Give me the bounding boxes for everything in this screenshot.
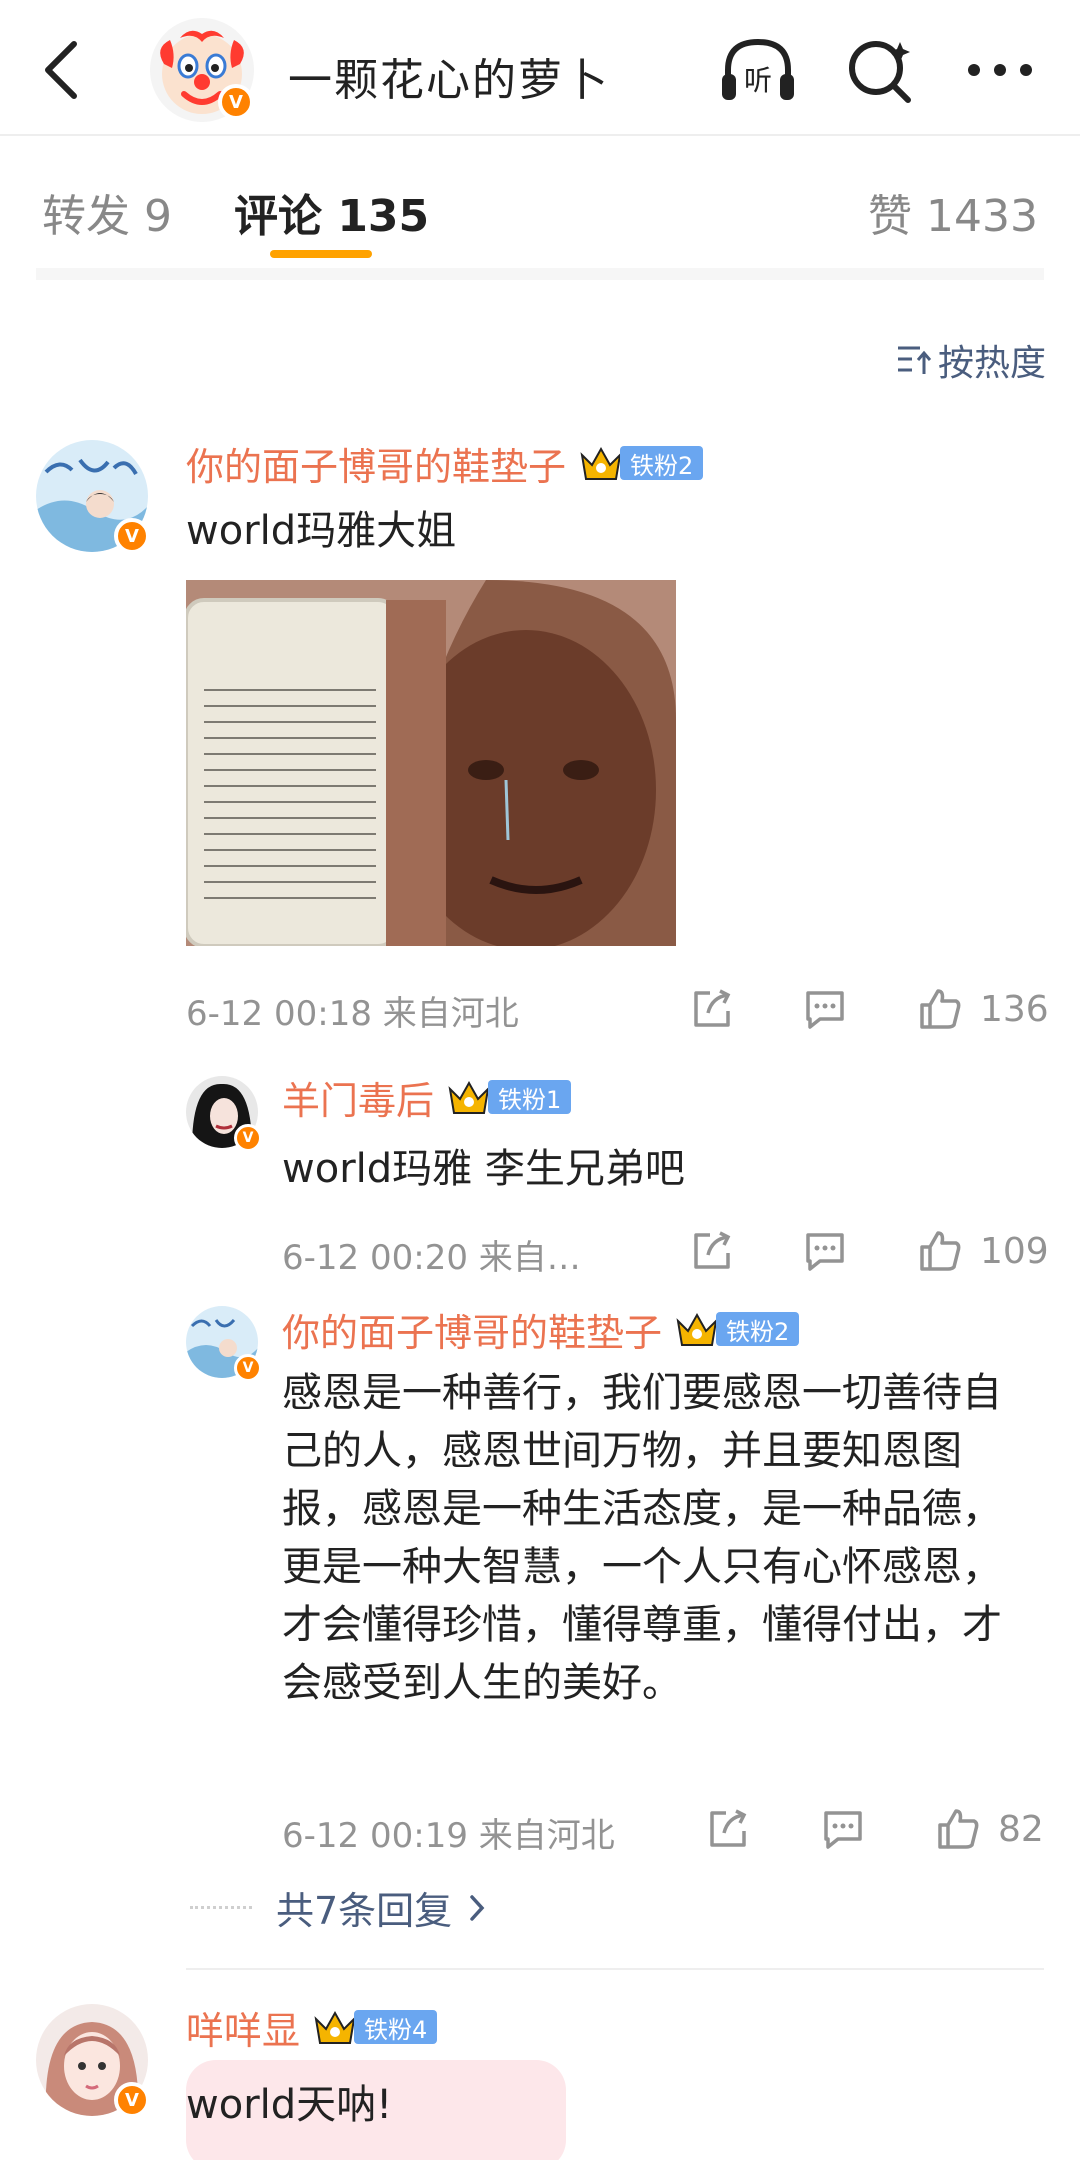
comment-author-row: 咩咩显 铁粉4 <box>186 2000 438 2055</box>
listen-button[interactable]: 听 <box>718 34 798 106</box>
reply-meta: 6-12 00:19 来自河北 <box>282 1808 615 1857</box>
share-button[interactable] <box>706 1804 750 1854</box>
page-title: 一颗花心的萝卜 <box>288 55 610 106</box>
fan-level-badge: 铁粉4 <box>354 2010 438 2044</box>
comment-text: world玛雅大姐 <box>186 508 457 554</box>
crying-man-with-phone-image <box>186 580 676 946</box>
reply-location: 来自河北 <box>478 1816 615 1856</box>
comment-text: world天呐! <box>186 2082 393 2128</box>
more-replies-label: 共7条回复 <box>276 1889 453 1933</box>
top-bar: V 一颗花心的萝卜 听 <box>0 0 1080 136</box>
search-icon <box>849 41 911 103</box>
crown-icon <box>676 1312 718 1346</box>
reply-text: world玛雅 李生兄弟吧 <box>282 1146 685 1192</box>
share-icon <box>694 1231 731 1269</box>
view-more-replies-link[interactable]: 共7条回复 <box>190 1880 492 1935</box>
avatar[interactable]: V <box>36 440 150 554</box>
tab-comment[interactable]: 评论 135 <box>234 180 429 244</box>
reply-author-row: 羊门毒后 铁粉1 <box>282 1070 572 1125</box>
author-avatar[interactable]: V <box>150 18 254 122</box>
comment-image[interactable] <box>186 580 676 946</box>
reply-text: 感恩是一种善行，我们要感恩一切善待自己的人，感恩世间万物，并且要知恩图报，感恩是… <box>282 1370 1002 1706</box>
thumbs-up-icon <box>938 1809 979 1849</box>
verified-badge-icon: V <box>114 2082 150 2118</box>
svg-text:听: 听 <box>744 64 772 97</box>
fan-level-badge: 铁粉1 <box>488 1080 572 1114</box>
share-icon <box>694 989 731 1027</box>
section-divider <box>36 268 1044 280</box>
crown-icon <box>580 446 622 480</box>
back-button[interactable] <box>34 34 94 106</box>
avatar[interactable]: V <box>186 1306 262 1382</box>
sort-label: 按热度 <box>937 343 1046 384</box>
dotted-separator <box>190 1906 252 1909</box>
reply-button[interactable] <box>802 984 848 1034</box>
fan-level-badge: 铁粉2 <box>716 1312 800 1346</box>
like-count: 136 <box>980 988 1049 1030</box>
reply-time: 6-12 00:19 <box>282 1816 468 1856</box>
headphones-icon: 听 <box>722 38 794 100</box>
username[interactable]: 你的面子博哥的鞋垫子 <box>186 436 566 491</box>
share-button[interactable] <box>690 1226 734 1276</box>
tab-like[interactable]: 赞 1433 <box>868 180 1038 244</box>
like-button[interactable]: 136 <box>918 984 1049 1034</box>
thumbs-up-icon <box>920 989 961 1029</box>
comment-author-row: 你的面子博哥的鞋垫子 铁粉2 <box>186 436 704 491</box>
comment-divider <box>186 1968 1044 1970</box>
avatar[interactable]: V <box>36 2004 150 2118</box>
search-button[interactable] <box>842 34 922 106</box>
fan-level-badge: 铁粉2 <box>620 446 704 480</box>
crown-icon <box>314 2010 356 2044</box>
share-icon <box>710 1809 747 1847</box>
tab-repost[interactable]: 转发 9 <box>42 180 172 244</box>
username[interactable]: 羊门毒后 <box>282 1070 434 1125</box>
like-count: 82 <box>998 1808 1044 1850</box>
active-tab-indicator <box>270 250 372 258</box>
comment-time: 6-12 00:18 <box>186 994 372 1034</box>
like-count: 109 <box>980 1230 1049 1272</box>
reply-button[interactable] <box>802 1226 848 1276</box>
avatar[interactable]: V <box>186 1076 262 1152</box>
username[interactable]: 你的面子博哥的鞋垫子 <box>282 1302 662 1357</box>
comment-meta: 6-12 00:18 来自河北 <box>186 986 519 1035</box>
more-dots-icon <box>968 64 1032 76</box>
share-button[interactable] <box>690 984 734 1034</box>
reply-author-row: 你的面子博哥的鞋垫子 铁粉2 <box>282 1302 800 1357</box>
comment-bubble-icon <box>806 991 844 1029</box>
reply-time: 6-12 00:20 <box>282 1238 468 1278</box>
reply-button[interactable] <box>820 1804 866 1854</box>
comment-bubble-icon <box>806 1233 844 1271</box>
like-button[interactable]: 109 <box>918 1226 1049 1276</box>
comment-location: 来自河北 <box>382 994 519 1034</box>
more-button[interactable] <box>962 34 1042 106</box>
thumbs-up-icon <box>920 1231 961 1271</box>
chevron-right-icon <box>470 1894 485 1921</box>
sort-button[interactable]: 按热度 <box>896 334 1046 386</box>
verified-badge-icon: V <box>114 518 150 554</box>
username[interactable]: 咩咩显 <box>186 2000 300 2055</box>
reply-meta: 6-12 00:20 来自… <box>282 1230 581 1279</box>
reply-location: 来自… <box>478 1238 581 1278</box>
verified-badge-icon: V <box>234 1124 262 1152</box>
verified-badge-icon: V <box>234 1354 262 1382</box>
crown-icon <box>448 1080 490 1114</box>
like-button[interactable]: 82 <box>936 1804 1044 1854</box>
chevron-left-icon <box>45 41 77 99</box>
sort-icon <box>897 346 932 374</box>
verified-badge-icon: V <box>218 84 254 120</box>
tab-bar: 转发 9 评论 135 赞 1433 <box>0 138 1080 266</box>
comment-bubble-icon <box>824 1811 862 1849</box>
